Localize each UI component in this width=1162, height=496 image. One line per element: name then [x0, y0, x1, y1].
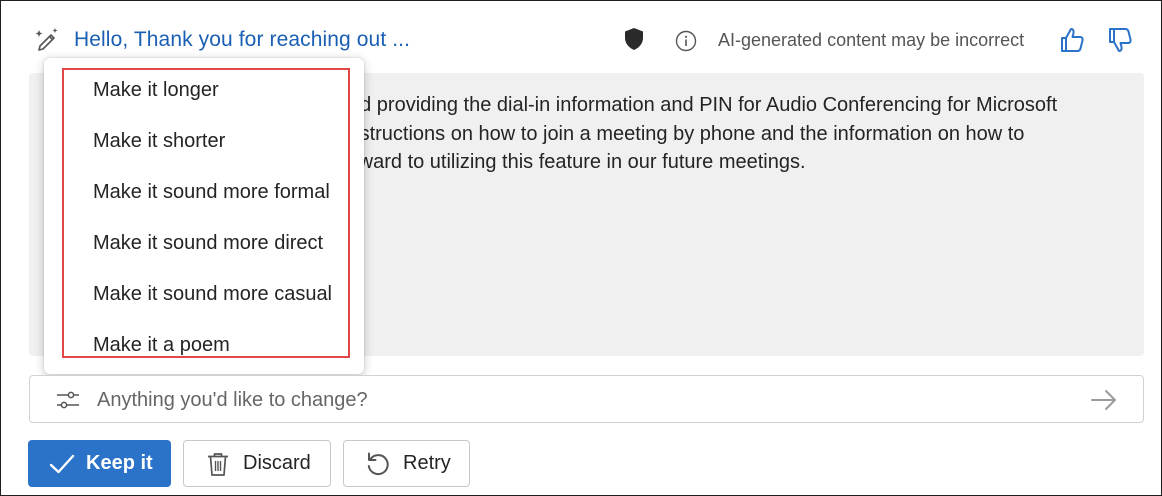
menu-item-longer[interactable]: Make it longer [44, 68, 364, 112]
send-arrow-icon[interactable] [1090, 387, 1118, 413]
draft-line: rward to utilizing this feature in our f… [352, 151, 806, 173]
menu-item-poem[interactable]: Make it a poem [44, 323, 364, 367]
change-request-bar [29, 375, 1144, 423]
rewrite-options-menu: Make it longer Make it shorter Make it s… [44, 58, 364, 374]
thumbs-up-icon[interactable] [1057, 25, 1087, 55]
options-slider-icon[interactable] [55, 387, 81, 413]
discard-button[interactable]: Discard [183, 440, 331, 487]
retry-button[interactable]: Retry [343, 440, 470, 487]
info-icon[interactable] [675, 30, 697, 52]
draft-subject[interactable]: Hello, Thank you for reaching out ... [74, 28, 410, 52]
thumbs-down-icon[interactable] [1105, 25, 1135, 55]
draft-line: nd providing the dial-in information and… [349, 94, 1058, 116]
trash-icon [208, 452, 228, 476]
menu-item-direct[interactable]: Make it sound more direct [44, 221, 364, 265]
draft-line: instructions on how to join a meeting by… [344, 122, 1025, 145]
pen-sparkle-icon [35, 28, 58, 51]
menu-item-casual[interactable]: Make it sound more casual [44, 272, 364, 316]
keep-it-button[interactable]: Keep it [28, 440, 171, 487]
retry-label: Retry [403, 452, 451, 474]
checkmark-icon [49, 454, 75, 473]
copilot-draft-panel: Hello, Thank you for reaching out ... AI… [0, 0, 1162, 496]
menu-item-shorter[interactable]: Make it shorter [44, 119, 364, 163]
menu-item-formal[interactable]: Make it sound more formal [44, 170, 364, 214]
shield-icon [625, 28, 643, 50]
change-request-input[interactable] [97, 384, 1057, 416]
ai-disclaimer: AI-generated content may be incorrect [718, 30, 1025, 50]
retry-icon [367, 452, 389, 475]
discard-label: Discard [243, 452, 311, 474]
keep-it-label: Keep it [86, 452, 153, 474]
